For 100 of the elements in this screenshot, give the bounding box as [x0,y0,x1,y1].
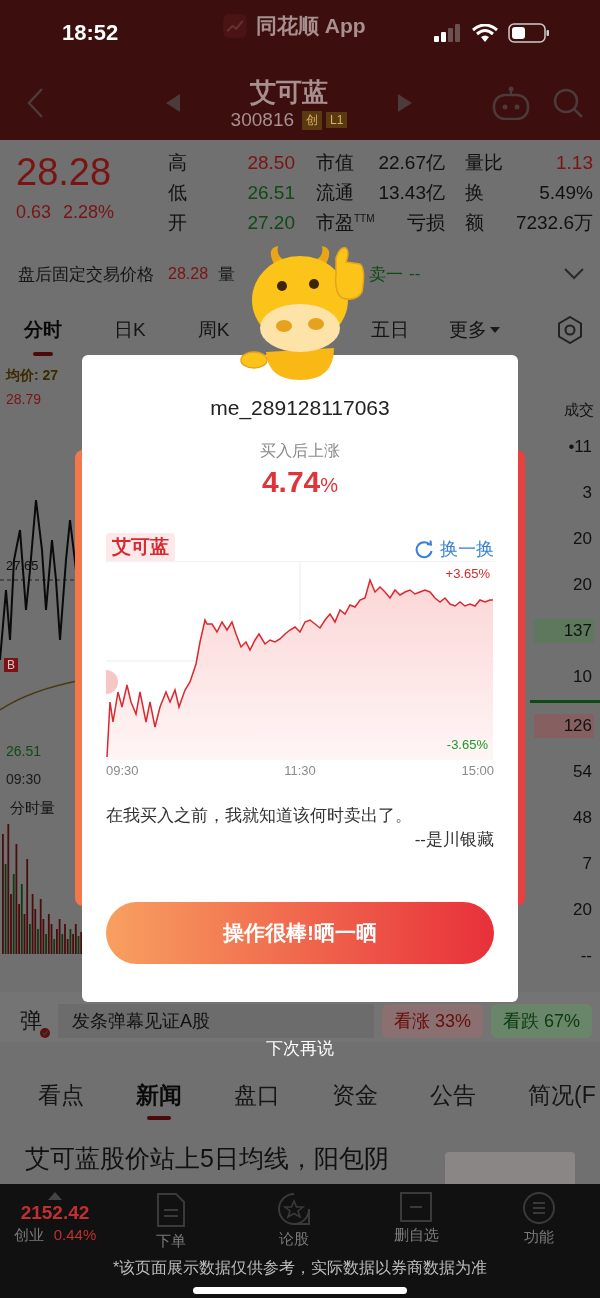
settings-icon[interactable] [556,316,584,344]
news-tab[interactable]: 公告 [430,1066,476,1124]
battery-icon [508,23,550,43]
stat-label: 换 [465,181,485,205]
username: me_289128117063 [210,395,390,422]
news-tab[interactable]: 盘口 [234,1066,280,1124]
gain-percent: 4.74% [261,464,339,500]
trade-volume: 137 [533,619,594,643]
stat-label: 开 [168,211,188,235]
search-icon[interactable] [552,87,584,119]
stat-value: 27.20 [246,212,295,234]
news-tab[interactable]: 资金 [332,1066,378,1124]
index-change: 0.44% [53,1226,97,1245]
wifi-icon [472,23,498,43]
trades-header: 成交 [564,400,594,420]
bottom-nav-item[interactable]: 论股 [232,1192,355,1249]
low-price-label: 26.51 [6,742,43,761]
time-axis-label: 15:00 [461,763,494,778]
stat-value: 26.51 [246,182,295,204]
stat-value: 5.49% [538,182,593,204]
previous-stock-icon[interactable] [164,93,182,113]
max-change-label: +3.65% [445,566,490,581]
price-change-percent: 2.28% [63,202,115,223]
caret-icon [490,327,501,333]
news-tab[interactable]: 看点 [38,1066,84,1124]
ask-label: 卖一 [369,263,404,286]
bullish-vote-button[interactable]: 看涨 33% [381,1004,483,1038]
buy-marker: B [4,658,18,672]
trade-volume: 20 [572,574,593,596]
document-icon [156,1192,187,1228]
robot-icon[interactable] [492,86,530,120]
price-change: 0.63 [16,202,52,223]
stat-label: 量比 [465,151,504,175]
gain-caption: 买入后上涨 [260,441,340,461]
current-price: 28.28 [16,150,113,195]
volume-label: 量 [218,263,236,286]
danmaku-input-field[interactable]: 发条弹幕见证A股 [58,1004,374,1038]
index-name: 创业 [13,1226,44,1245]
bottom-nav-item[interactable]: 功能 [477,1192,600,1247]
status-time: 18:52 [62,20,120,46]
time-label: 09:30 [6,770,43,789]
trade-volume: •11 [567,436,593,458]
signal-icon [434,24,462,42]
chart-tab[interactable]: 五日 [371,302,410,358]
refresh-button[interactable]: 换一换 [414,537,494,561]
trade-volume: 54 [572,761,593,783]
buy-point-icon [106,670,118,694]
chevron-down-icon[interactable] [564,268,584,280]
share-button[interactable]: 操作很棒!晒一晒 [106,902,494,964]
stock-title: 艾可蓝 [250,76,328,109]
min-change-label: -3.65% [446,737,488,752]
volume-chart-label: 分时量 [10,798,56,818]
trade-volume: 20 [572,528,593,550]
stat-value: 亏损 [406,211,445,235]
trade-volume: 10 [572,666,593,688]
stat-label: 市值 [316,151,355,175]
stat-label: 流通 [316,181,355,205]
high-price-label: 28.79 [6,390,43,409]
up-triangle-icon [48,1192,62,1200]
minus-box-icon [400,1192,433,1222]
trade-volume: 48 [572,807,593,829]
disclaimer-text: *该页面展示数据仅供参考，实际数据以券商数据为准 [112,1258,488,1278]
chart-tab[interactable]: 分时 [24,302,62,358]
ask-value: -- [409,264,421,284]
more-menu[interactable]: 更多 [449,302,501,358]
market-tag: L1 [326,112,348,128]
next-stock-icon[interactable] [396,93,414,113]
stock-code: 300816 [230,109,294,131]
star-bubble-icon [276,1192,311,1226]
bottom-nav-item[interactable]: 下单 [110,1192,233,1251]
trade-volume: -- [579,945,593,967]
dismiss-link[interactable]: 下次再说 [240,1036,360,1062]
stat-label: 高 [168,151,188,175]
refresh-icon [414,539,434,559]
stat-value: 1.13 [555,152,593,174]
news-headline[interactable]: 艾可蓝股价站上5日均线，阳包阴 [25,1136,389,1184]
stat-label: 低 [168,181,188,205]
chart-tab[interactable]: 日K [114,302,146,358]
menu-icon [522,1192,555,1224]
stat-label: 额 [465,211,485,235]
time-axis-label: 09:30 [106,763,139,778]
stock-name-tag: 艾可蓝 [106,533,175,561]
bearish-vote-button[interactable]: 看跌 67% [490,1004,592,1038]
time-axis-label: 11:30 [284,763,316,778]
market-tag: 创 [302,110,322,130]
chart-tab[interactable]: 周K [197,302,230,358]
quote-author: --是川银藏 [413,829,494,851]
bottom-nav-item[interactable]: 删自选 [355,1192,478,1245]
news-tab[interactable]: 简况(F [528,1066,596,1124]
index-value: 2152.42 [20,1202,90,1224]
stat-value: 28.50 [246,152,295,174]
after-hours-price: 28.28 [168,265,209,283]
back-icon[interactable] [26,87,46,119]
average-price-label: 均价: 27 [6,366,60,385]
app-label: 同花顺 App [256,13,366,39]
stat-label: 市盈$^{TTM}$ [316,211,374,235]
news-tab[interactable]: 新闻 [136,1066,182,1124]
trade-volume: 7 [581,853,593,875]
stat-value: 7232.6万 [514,211,593,235]
trade-volume: 20 [572,899,593,921]
